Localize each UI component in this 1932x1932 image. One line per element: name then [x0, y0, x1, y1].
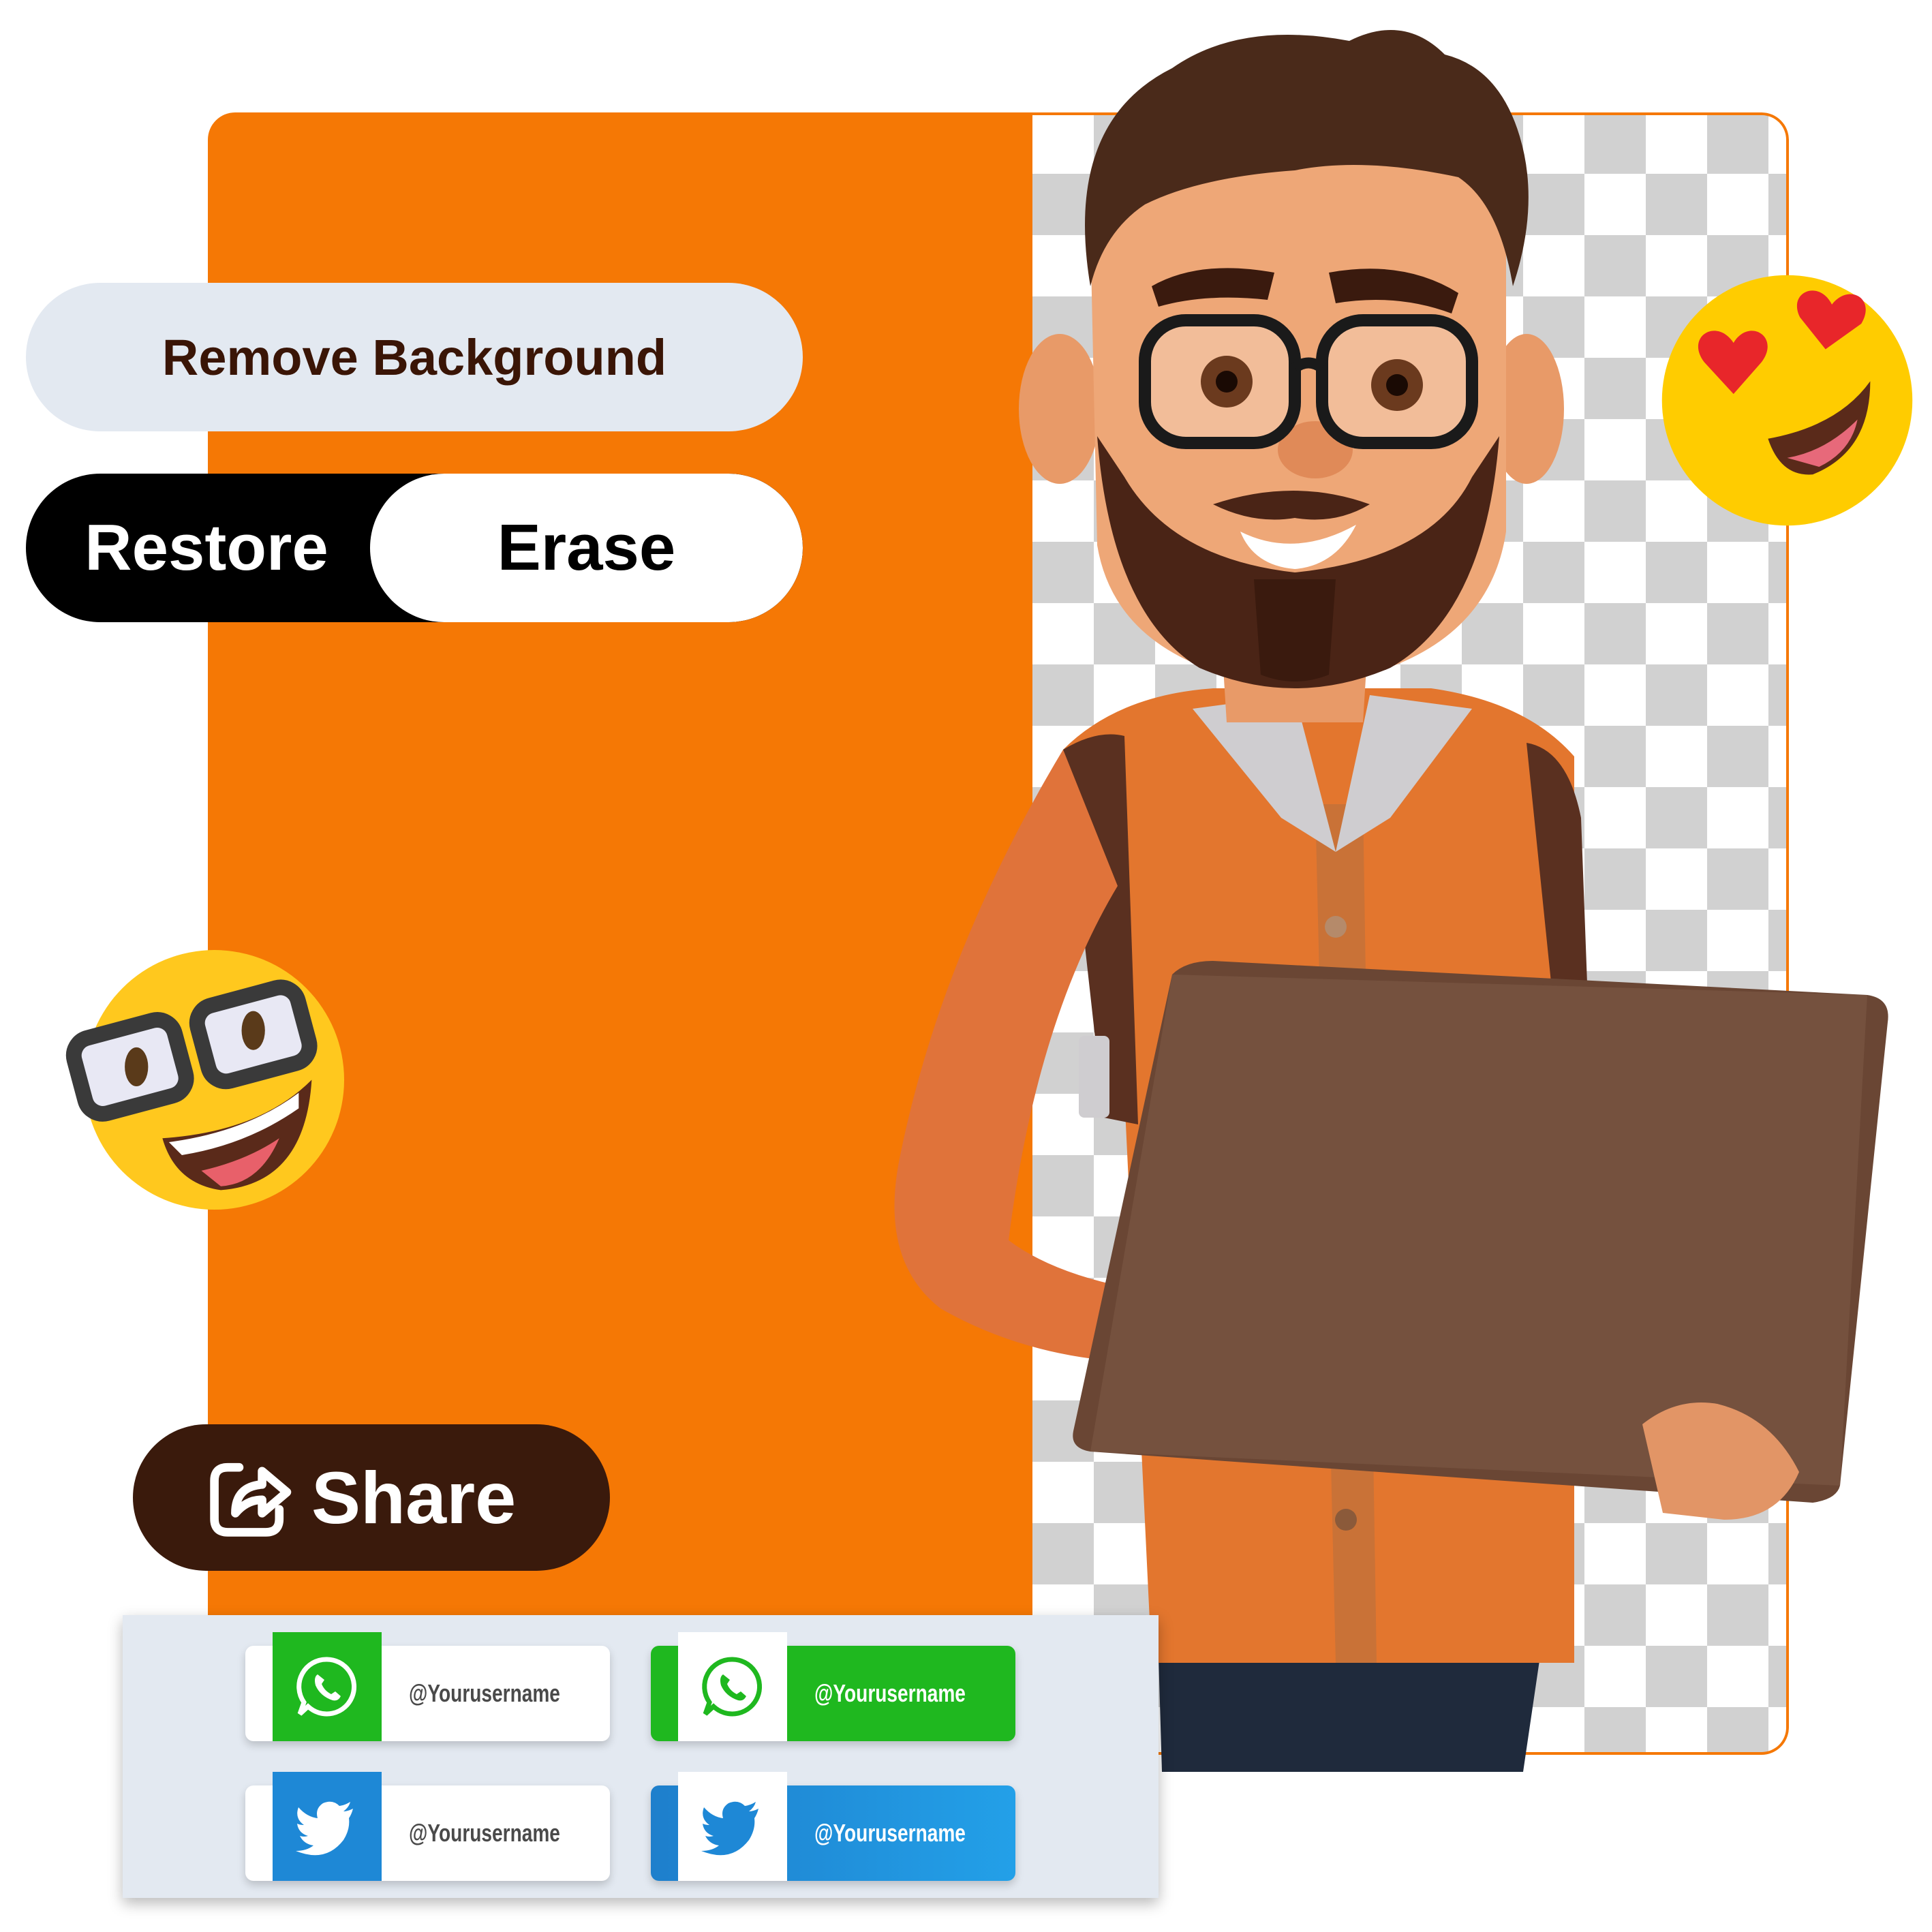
- twitter-badge-white: [678, 1772, 787, 1881]
- heart-eyes-emoji-icon: [1661, 275, 1913, 526]
- share-icon: [210, 1462, 292, 1537]
- erase-label: Erase: [497, 511, 676, 584]
- twitter-card-light[interactable]: @Yourusername: [245, 1772, 610, 1881]
- share-label: Share: [311, 1456, 517, 1539]
- share-button[interactable]: Share: [133, 1424, 610, 1571]
- twitter-handle-light: @Yourusername: [409, 1819, 560, 1847]
- whatsapp-card-light[interactable]: @Yourusername: [245, 1632, 610, 1741]
- twitter-badge: [273, 1772, 382, 1881]
- character-illustration: [894, 30, 1888, 1772]
- whatsapp-handle-filled: @Yourusername: [814, 1679, 966, 1707]
- twitter-bird-icon: [701, 1801, 758, 1856]
- whatsapp-card-filled[interactable]: @Yourusername: [651, 1632, 1015, 1741]
- restore-button[interactable]: Restore: [26, 474, 387, 622]
- remove-background-label: Remove Background: [162, 328, 667, 386]
- whatsapp-badge: [273, 1632, 382, 1741]
- whatsapp-handle-light: @Yourusername: [409, 1679, 560, 1707]
- nerd-glasses-emoji-icon: [65, 950, 345, 1210]
- whatsapp-badge-white: [678, 1632, 787, 1741]
- restore-label: Restore: [85, 511, 328, 584]
- remove-background-button[interactable]: Remove Background: [26, 283, 803, 431]
- twitter-bird-icon: [296, 1801, 353, 1856]
- social-handles-panel: @Yourusername @Yourusername @Yourusernam…: [123, 1615, 1159, 1898]
- whatsapp-icon: [296, 1657, 357, 1717]
- twitter-handle-filled: @Yourusername: [814, 1819, 966, 1847]
- restore-erase-toggle: Restore Erase: [26, 474, 803, 622]
- twitter-card-filled[interactable]: @Yourusername: [651, 1772, 1015, 1881]
- erase-button[interactable]: Erase: [370, 474, 803, 622]
- whatsapp-icon: [702, 1657, 763, 1717]
